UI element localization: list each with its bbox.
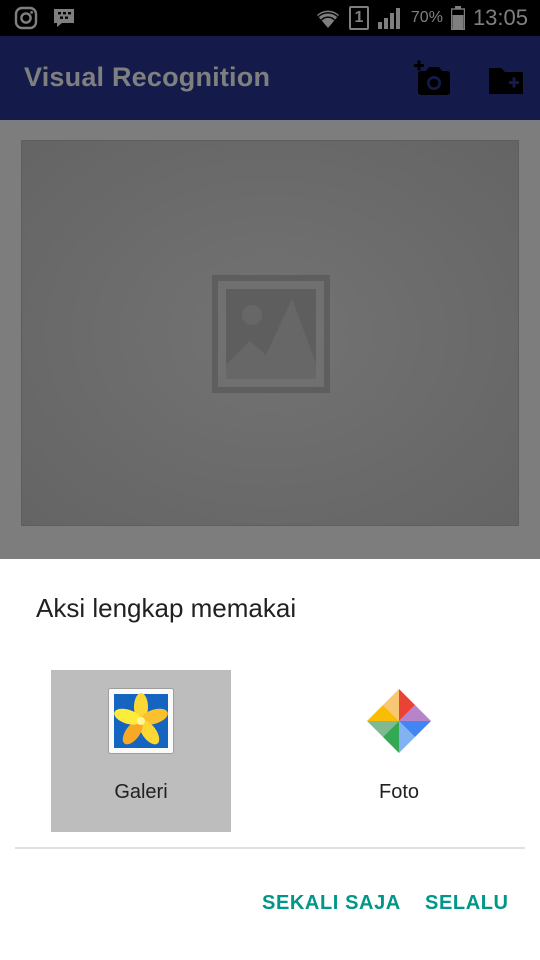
app-option-label: Galeri	[114, 781, 168, 803]
app-option-gallery[interactable]: Galeri	[51, 670, 231, 832]
app-option-photos[interactable]: Foto	[309, 670, 489, 832]
just-once-button[interactable]: SEKALI SAJA	[262, 885, 401, 921]
always-button[interactable]: SELALU	[425, 885, 509, 921]
photos-app-icon	[367, 689, 431, 753]
button-divider	[15, 847, 525, 849]
gallery-app-icon	[108, 688, 174, 754]
sheet-title: Aksi lengkap memakai	[36, 593, 297, 623]
app-option-label: Foto	[378, 781, 420, 803]
app-chooser-sheet: Aksi lengkap memakai Galeri Foto SEKALI …	[0, 559, 540, 960]
